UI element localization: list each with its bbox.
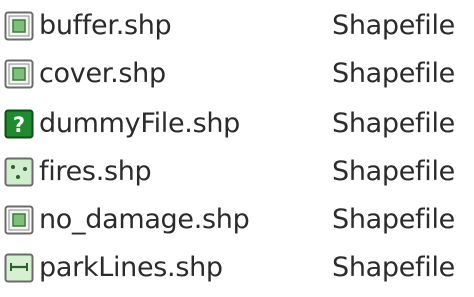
file-row-parklines[interactable]: parkLines.shp Shapefile: [0, 248, 474, 288]
svg-text:?: ?: [13, 113, 25, 137]
file-name: dummyFile.shp: [39, 108, 241, 139]
file-row-fires[interactable]: fires.shp Shapefile: [0, 152, 474, 192]
polygon-shapefile-icon: [4, 11, 34, 41]
file-type: Shapefile: [332, 252, 455, 283]
file-name: no_damage.shp: [39, 204, 250, 235]
polygon-shapefile-icon: [4, 59, 34, 89]
file-name: parkLines.shp: [39, 252, 223, 283]
file-type: Shapefile: [332, 10, 455, 41]
file-type: Shapefile: [332, 108, 455, 139]
file-type: Shapefile: [332, 156, 455, 187]
polygon-shapefile-icon: [4, 205, 34, 235]
file-row-cover[interactable]: cover.shp Shapefile: [0, 54, 474, 94]
unknown-shapefile-icon: ?: [4, 109, 34, 139]
file-row-no-damage[interactable]: no_damage.shp Shapefile: [0, 200, 474, 240]
file-list: buffer.shp Shapefile cover.shp Shapefile…: [0, 0, 474, 297]
file-name: cover.shp: [39, 58, 166, 89]
file-row-buffer[interactable]: buffer.shp Shapefile: [0, 6, 474, 46]
line-shapefile-icon: [4, 253, 34, 283]
file-type: Shapefile: [332, 204, 455, 235]
file-name: fires.shp: [39, 156, 152, 187]
file-name: buffer.shp: [39, 10, 172, 41]
point-shapefile-icon: [4, 157, 34, 187]
file-type: Shapefile: [332, 58, 455, 89]
file-row-dummyfile[interactable]: ? dummyFile.shp Shapefile: [0, 104, 474, 144]
